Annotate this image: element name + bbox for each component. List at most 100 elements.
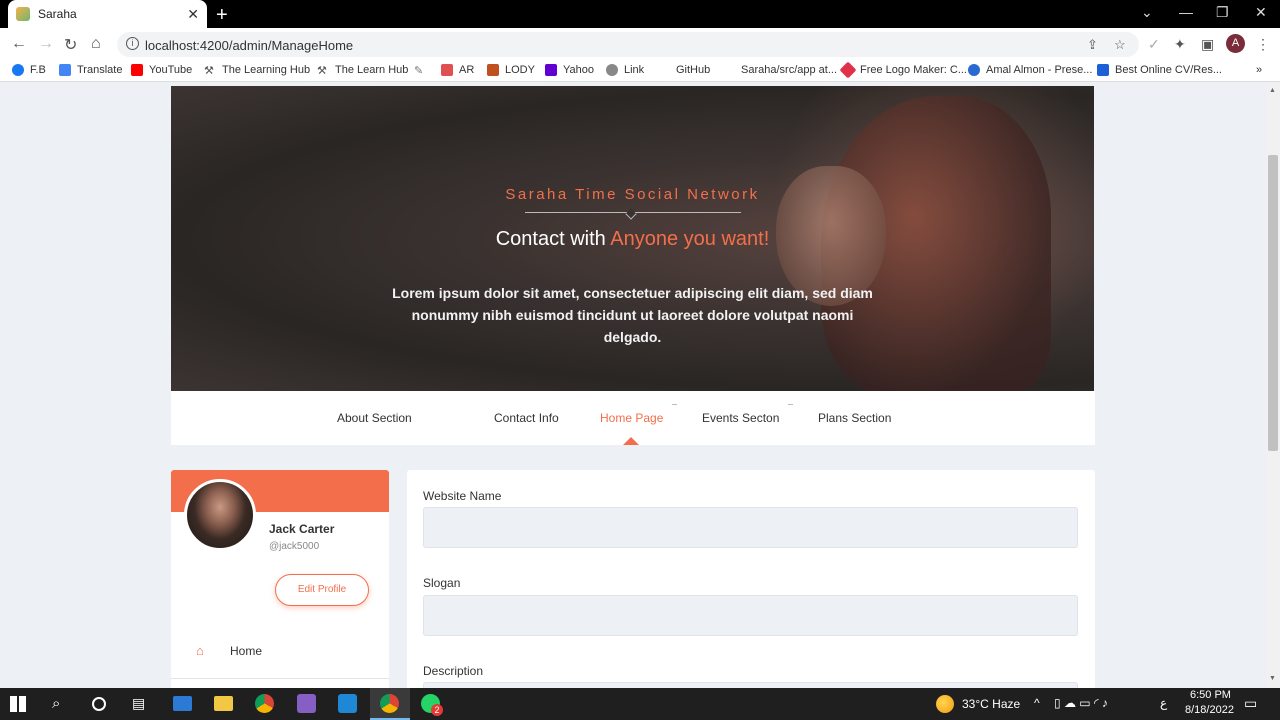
extensions-puzzle-icon[interactable]: ✦ [1174, 36, 1186, 53]
new-tab-button[interactable]: + [216, 4, 228, 27]
side-panel-icon[interactable]: ▣ [1201, 36, 1214, 53]
weather-text[interactable]: 33°C Haze [962, 697, 1020, 711]
saraha-favicon-icon [16, 7, 30, 21]
bookmark-learn-hub[interactable]: ⚒ The Learn Hub [317, 64, 408, 77]
scroll-down-icon[interactable]: ▼ [1269, 675, 1276, 682]
browser-tab[interactable]: Saraha ✕ [8, 0, 207, 28]
bookmark-github[interactable]: GitHub [676, 64, 710, 76]
chevron-up-icon[interactable]: ^ [1034, 696, 1040, 710]
resume-icon [1097, 64, 1109, 76]
bookmark-link[interactable]: Link [606, 64, 644, 76]
tab-events-section[interactable]: Events Secton [702, 411, 779, 425]
mail-icon[interactable] [173, 696, 192, 711]
address-bar[interactable]: i localhost:4200/admin/ManageHome ⇪ ☆ [117, 32, 1139, 57]
website-name-input[interactable] [423, 507, 1078, 548]
tab-about-section[interactable]: About Section [337, 411, 412, 425]
windows-start-icon[interactable] [10, 696, 26, 712]
menu-icon[interactable]: ⋮ [1256, 36, 1270, 53]
search-icon[interactable]: ⌕ [52, 695, 60, 712]
page-viewport: Saraha Time Social Network Contact with … [0, 83, 1266, 688]
youtube-icon [131, 64, 143, 76]
profile-handle: @jack5000 [269, 541, 320, 552]
task-view-icon[interactable]: ▤ [132, 695, 145, 712]
chrome-icon[interactable] [380, 694, 399, 713]
scrollbar-thumb[interactable] [1268, 155, 1278, 451]
hub-icon: ⚒ [317, 64, 329, 77]
tab-strip: Saraha ✕ + ⌄ — ❐ ✕ [0, 0, 1280, 28]
check-extension-icon[interactable]: ✓ [1148, 36, 1160, 53]
tab-separator [672, 404, 677, 405]
hub-icon: ⚒ [204, 64, 216, 77]
restore-icon[interactable]: ❐ [1216, 4, 1229, 21]
scroll-up-icon[interactable]: ▲ [1269, 87, 1276, 94]
tab-home-page[interactable]: Home Page [600, 411, 663, 425]
profile-avatar[interactable]: A [1226, 34, 1245, 53]
close-tab-icon[interactable]: ✕ [187, 6, 199, 23]
bookmark-amal[interactable]: Amal Almon - Prese... [968, 64, 1092, 76]
bookmark-translate[interactable]: Translate [59, 64, 122, 76]
bookmark-ar[interactable]: AR [441, 64, 474, 76]
back-icon[interactable]: ← [11, 35, 27, 53]
diamond-icon [839, 61, 857, 79]
tray-icons[interactable]: ▯ ☁ ▭ ◜ ♪ [1054, 696, 1108, 710]
hero-title: Contact with Anyone you want! [495, 228, 770, 250]
bookmark-fb[interactable]: F.B [12, 64, 46, 76]
bookmark-saraha-src[interactable]: Saraha/src/app at... [741, 64, 837, 76]
bookmark-free-logo[interactable]: Free Logo Maker: C... [839, 61, 967, 79]
vscode-icon[interactable] [338, 694, 357, 713]
close-window-icon[interactable]: ✕ [1255, 4, 1267, 21]
ar-icon [441, 64, 453, 76]
canva-icon [968, 64, 980, 76]
hero-subtitle: Saraha Time Social Network [505, 186, 760, 203]
bookmark-star-icon[interactable]: ☆ [1114, 37, 1126, 53]
bookmark-pen[interactable]: ✎ [414, 64, 432, 77]
home-icon: ⌂ [196, 643, 204, 658]
tab-plans-section[interactable]: Plans Section [818, 411, 891, 425]
browser-toolbar: ← → ↻ ⌂ i localhost:4200/admin/ManageHom… [0, 28, 1280, 60]
active-tab-indicator [623, 437, 639, 445]
slogan-label: Slogan [423, 576, 461, 590]
bookmark-cv[interactable]: Best Online CV/Res... [1097, 64, 1222, 76]
url-text[interactable]: localhost:4200/admin/ManageHome [145, 38, 353, 53]
hero-banner: Saraha Time Social Network Contact with … [171, 86, 1094, 391]
cortana-icon[interactable] [92, 697, 106, 711]
sidebar-item-home[interactable]: Home [230, 644, 262, 658]
edit-profile-button[interactable]: Edit Profile [275, 574, 369, 606]
site-info-icon[interactable]: i [126, 37, 139, 50]
clock-time[interactable]: 6:50 PM [1190, 689, 1231, 701]
facebook-icon [12, 64, 24, 76]
bookmark-learning-hub[interactable]: ⚒ The Learning Hub [204, 64, 310, 77]
sidebar-divider [171, 678, 389, 679]
reload-icon[interactable]: ↻ [64, 35, 77, 55]
website-name-label: Website Name [423, 489, 502, 503]
clock-date[interactable]: 8/18/2022 [1185, 704, 1234, 716]
share-icon[interactable]: ⇪ [1087, 37, 1098, 53]
slogan-input[interactable] [423, 595, 1078, 636]
hero-text: Lorem ipsum dolor sit amet, consectetuer… [392, 285, 873, 345]
bookmark-youtube[interactable]: YouTube [131, 64, 192, 76]
forward-icon[interactable]: → [38, 35, 54, 53]
file-explorer-icon[interactable] [214, 696, 233, 711]
windows-taskbar: ⌕ ▤ 2 33°C Haze ^ ▯ ☁ ▭ ◜ ♪ ع 6:50 PM 8/… [0, 688, 1280, 720]
bookmark-yahoo[interactable]: Yahoo [545, 64, 594, 76]
home-icon[interactable]: ⌂ [91, 35, 101, 53]
weather-icon[interactable] [936, 695, 954, 713]
profile-card: Jack Carter @jack5000 Edit Profile ⌂ Hom… [171, 470, 389, 688]
whatsapp-badge: 2 [431, 704, 443, 716]
globe-icon [606, 64, 618, 76]
tab-contact-info[interactable]: Contact Info [494, 411, 559, 425]
notifications-icon[interactable]: ▭ [1244, 695, 1257, 712]
bookmarks-bar: F.B Translate YouTube ⚒ The Learning Hub … [0, 60, 1280, 82]
page-scrollbar[interactable]: ▲ ▼ [1266, 83, 1280, 688]
chrome-icon[interactable] [255, 694, 274, 713]
lody-icon [487, 64, 499, 76]
section-tabs: About Section Contact Info Home Page Eve… [171, 391, 1095, 445]
visual-studio-icon[interactable] [297, 694, 316, 713]
pen-icon: ✎ [414, 64, 426, 77]
input-language[interactable]: ع [1160, 696, 1167, 710]
minimize-icon[interactable]: — [1179, 4, 1193, 20]
bookmark-lody[interactable]: LODY [487, 64, 535, 76]
tab-separator [788, 404, 793, 405]
more-bookmarks[interactable]: » [1256, 64, 1262, 76]
tab-search-icon[interactable]: ⌄ [1141, 4, 1153, 21]
